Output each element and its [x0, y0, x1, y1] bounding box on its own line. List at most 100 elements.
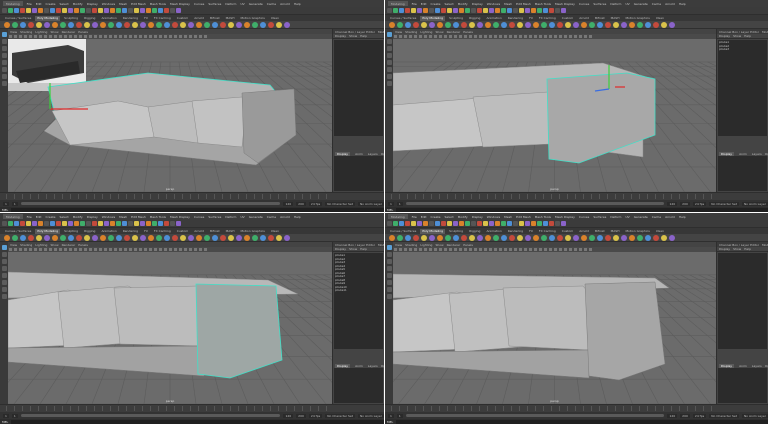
shelf-tab[interactable]: FX Caching [152, 16, 173, 21]
status-line-icon[interactable] [447, 8, 452, 13]
layer-list[interactable] [718, 368, 767, 403]
sofa-armrest[interactable] [241, 88, 297, 164]
menu-item[interactable]: Display [472, 2, 483, 6]
viewport-toggle-icon[interactable] [119, 35, 122, 38]
viewport-toggle-icon[interactable] [74, 35, 77, 38]
shelf-tab[interactable]: Rigging [467, 16, 482, 21]
viewport[interactable]: View Shading Lighting Show Renderer Panels pe… [393, 242, 716, 404]
status-line-icon[interactable] [489, 221, 494, 226]
menu-item[interactable]: Arnold [280, 215, 290, 219]
shelf-tool-icon[interactable] [100, 234, 106, 241]
menu-item[interactable]: Deform [610, 215, 621, 219]
viewport-menu-item[interactable]: Renderer [62, 243, 76, 247]
status-line-icon[interactable] [14, 221, 19, 226]
menu-item[interactable]: Display [87, 2, 98, 6]
menu-item[interactable]: Create [431, 215, 441, 219]
select-tool-icon[interactable] [386, 32, 392, 37]
viewport-toggle-icon[interactable] [159, 248, 162, 251]
viewport-toggle-icon[interactable] [164, 248, 167, 251]
viewport-toggle-icon[interactable] [499, 35, 502, 38]
menu-item[interactable]: Edit Mesh [131, 215, 146, 219]
menu-item[interactable]: Edit [421, 215, 427, 219]
shelf-tool-icon[interactable] [20, 234, 26, 241]
shelf-tool-icon[interactable] [28, 21, 34, 28]
status-line-icon[interactable] [176, 221, 181, 226]
shelf-tool-icon[interactable] [629, 234, 635, 241]
status-line-icon[interactable] [441, 8, 446, 13]
anim-layer-dropdown[interactable]: No Anim Layer [357, 201, 384, 206]
shelf-tool-icon[interactable] [84, 21, 90, 28]
status-line-icon[interactable] [2, 221, 7, 226]
shelf-tab[interactable]: Rigging [82, 16, 97, 21]
shelf-tab[interactable]: Rendering [121, 16, 140, 21]
shelf-tab[interactable]: Rendering [506, 16, 525, 21]
viewport-toggle-icon[interactable] [124, 35, 127, 38]
status-line-icon[interactable] [164, 8, 169, 13]
shelf-tab[interactable]: XGen [269, 229, 281, 234]
shelf-tab[interactable]: XGen [654, 16, 666, 21]
status-line-icon[interactable] [555, 221, 560, 226]
status-line-icon[interactable] [441, 221, 446, 226]
time-slider[interactable] [0, 404, 384, 412]
shelf-tool-icon[interactable] [637, 21, 643, 28]
workspace-selector[interactable]: Modeling [388, 214, 408, 219]
viewport-toggle-icon[interactable] [44, 35, 47, 38]
menu-item[interactable]: UV [625, 2, 629, 6]
shelf-tool-icon[interactable] [469, 234, 475, 241]
workspace-selector[interactable]: Modeling [3, 1, 23, 6]
viewport-toggle-icon[interactable] [84, 248, 87, 251]
status-line-icon[interactable] [465, 221, 470, 226]
viewport-toggle-icon[interactable] [524, 35, 527, 38]
menu-item[interactable]: Edit [36, 215, 42, 219]
viewport-toggle-icon[interactable] [49, 248, 52, 251]
viewport-toggle-icon[interactable] [99, 248, 102, 251]
sofa-armrest[interactable] [584, 281, 666, 381]
layer-tab[interactable]: Anim [353, 364, 365, 368]
status-line-icon[interactable] [176, 8, 181, 13]
viewport-toggle-icon[interactable] [469, 248, 472, 251]
status-line-icon[interactable] [20, 221, 25, 226]
viewport-toggle-icon[interactable] [129, 35, 132, 38]
menu-item[interactable]: Edit [36, 2, 42, 6]
shelf-tab[interactable]: Curves / Surfaces [3, 16, 33, 21]
shelf-tool-icon[interactable] [429, 21, 435, 28]
status-line-icon[interactable] [399, 221, 404, 226]
shelf-tab[interactable]: Animation [484, 16, 503, 21]
shelf-tool-icon[interactable] [485, 234, 491, 241]
status-line-icon[interactable] [140, 221, 145, 226]
shelf-tool-icon[interactable] [28, 234, 34, 241]
shelf-tool-icon[interactable] [204, 234, 210, 241]
menu-item[interactable]: Select [444, 2, 453, 6]
shelf-tool-icon[interactable] [421, 234, 427, 241]
viewport-toggle-icon[interactable] [409, 248, 412, 251]
viewport-menu-item[interactable]: Panels [463, 30, 473, 34]
menu-item[interactable]: File [412, 2, 417, 6]
viewport-toggle-icon[interactable] [39, 35, 42, 38]
shelf-tab[interactable]: Sculpting [62, 229, 80, 234]
shelf-tool-icon[interactable] [20, 21, 26, 28]
menu-item[interactable]: Modify [458, 2, 468, 6]
viewport-toggle-icon[interactable] [419, 35, 422, 38]
shelf-tab[interactable]: FX [527, 229, 535, 234]
shelf-tab[interactable]: Sculpting [447, 16, 465, 21]
shelf-tab[interactable]: Animation [99, 16, 118, 21]
viewport-toggle-icon[interactable] [189, 35, 192, 38]
status-line-icon[interactable] [507, 8, 512, 13]
menu-item[interactable]: Arnold [665, 215, 675, 219]
viewport-menu-item[interactable]: View [395, 30, 402, 34]
status-line-icon[interactable] [44, 221, 49, 226]
shelf-tool-icon[interactable] [389, 21, 395, 28]
menu-item[interactable]: Cache [267, 2, 276, 6]
paint-select-tool-icon[interactable] [1, 259, 7, 264]
viewport-toggle-icon[interactable] [444, 35, 447, 38]
shelf-tool-icon[interactable] [461, 234, 467, 241]
layer-tab[interactable]: Display [335, 363, 351, 368]
viewport-toggle-icon[interactable] [484, 248, 487, 251]
menu-item[interactable]: Help [679, 2, 686, 6]
status-line-icon[interactable] [152, 8, 157, 13]
status-line-icon[interactable] [387, 8, 392, 13]
viewport-toggle-icon[interactable] [164, 35, 167, 38]
shelf-tool-icon[interactable] [509, 234, 515, 241]
shelf-tab[interactable]: Bifrost [208, 16, 222, 21]
status-line-icon[interactable] [116, 8, 121, 13]
